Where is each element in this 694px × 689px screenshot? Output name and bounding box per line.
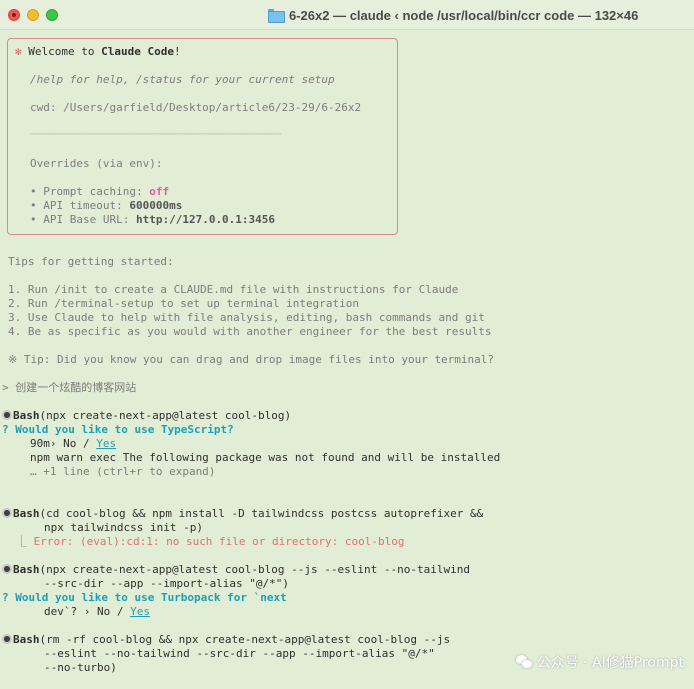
- overrides-title: Overrides (via env):: [30, 157, 163, 170]
- window-title-text: 6-26x2 — claude ‹ node /usr/local/bin/cc…: [289, 7, 639, 23]
- bash-error: ⎿ Error: (eval):cd:1: no such file or di…: [16, 535, 405, 548]
- turbopack-question: ? Would you like to use Turbopack for `n…: [2, 591, 287, 604]
- tip-item: 2. Run /terminal-setup to set up termina…: [8, 297, 359, 310]
- bash-call-2: Bash(cd cool-blog && npm install -D tail…: [2, 507, 483, 521]
- typescript-answer: 90m› No / Yes: [30, 437, 117, 450]
- tips-title: Tips for getting started:: [8, 255, 174, 268]
- typescript-question: ? Would you like to use TypeScript?: [2, 423, 234, 436]
- close-window-button[interactable]: [8, 9, 20, 21]
- cwd-text: cwd: /Users/garfield/Desktop/article6/23…: [30, 101, 362, 114]
- bash-call-4-cont: --eslint --no-tailwind --src-dir --app -…: [44, 647, 435, 660]
- yes-option[interactable]: Yes: [130, 605, 150, 618]
- bash-call-4-cont: --no-turbo): [44, 661, 117, 674]
- tool-bullet-icon: [2, 634, 12, 644]
- window-titlebar: 6-26x2 — claude ‹ node /usr/local/bin/cc…: [0, 0, 694, 30]
- tip-item: 3. Use Claude to help with file analysis…: [8, 311, 485, 324]
- app-name: Claude Code: [101, 45, 174, 58]
- bash-call-2-cont: npx tailwindcss init -p): [44, 521, 203, 534]
- wechat-icon: [515, 655, 532, 669]
- zoom-window-button[interactable]: [46, 9, 58, 21]
- bash-call-3-cont: --src-dir --app --import-alias "@/*"): [44, 577, 290, 590]
- tool-bullet-icon: [2, 564, 12, 574]
- bash-call-1: Bash(npx create-next-app@latest cool-blo…: [2, 409, 291, 423]
- welcome-separator: ────────────────────────────────────────…: [30, 130, 281, 140]
- minimize-window-button[interactable]: [27, 9, 39, 21]
- yes-option[interactable]: Yes: [96, 437, 116, 450]
- tool-bullet-icon: [2, 508, 12, 518]
- expand-output[interactable]: … +1 line (ctrl+r to expand): [30, 465, 215, 479]
- tool-bullet-icon: [2, 410, 12, 420]
- welcome-line: ✻ Welcome to Claude Code!: [15, 45, 181, 58]
- user-prompt: > 创建一个炫酷的博客网站: [2, 381, 137, 394]
- watermark: 公众号 · AI修猫Prompt: [515, 652, 684, 672]
- tip-item: 4. Be as specific as you would with anot…: [8, 325, 492, 338]
- override-api-timeout: • API timeout: 600000ms: [30, 199, 183, 212]
- turbopack-answer: dev`? › No / Yes: [44, 605, 150, 618]
- tip-item: 1. Run /init to create a CLAUDE.md file …: [8, 283, 459, 296]
- override-prompt-caching: • Prompt caching: off: [30, 185, 170, 198]
- extra-tip: ※ Tip: Did you know you can drag and dro…: [8, 353, 495, 366]
- npm-warn-output: npm warn exec The following package was …: [30, 451, 501, 464]
- help-text: /help for help, /status for your current…: [30, 73, 335, 86]
- bash-call-4: Bash(rm -rf cool-blog && npx create-next…: [2, 633, 450, 647]
- override-api-base-url: • API Base URL: http://127.0.0.1:3456: [30, 213, 276, 226]
- bash-call-3: Bash(npx create-next-app@latest cool-blo…: [2, 563, 470, 577]
- window-title: 6-26x2 — claude ‹ node /usr/local/bin/cc…: [268, 6, 638, 24]
- folder-icon: [268, 9, 285, 23]
- asterisk-icon: ✻: [15, 45, 22, 58]
